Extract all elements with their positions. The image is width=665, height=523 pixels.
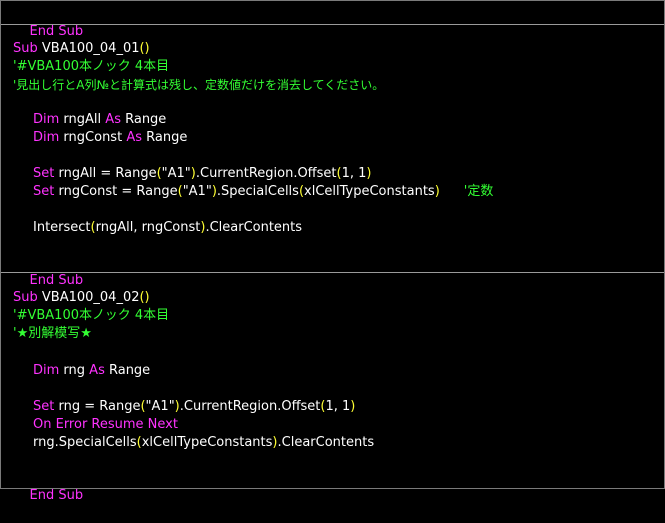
inline-comment: '定数: [463, 184, 494, 199]
code-line-comment: '★別解模写★: [13, 326, 92, 341]
variable-name: rngAll: [59, 112, 106, 127]
keyword-as: As: [105, 112, 121, 127]
keyword-end-sub: End Sub: [29, 273, 84, 288]
code-line-sub-declaration: Sub VBA100_04_01(): [13, 40, 150, 58]
procedure-separator: [1, 272, 664, 273]
arguments: xlCellTypeConstants: [141, 435, 273, 450]
code-line-end-sub-top: End Sub: [13, 5, 84, 39]
code-line-set: Set rngConst = Range("A1").SpecialCells(…: [33, 183, 493, 201]
code-line-end-sub: End Sub: [13, 254, 84, 288]
keyword-sub: Sub: [13, 41, 38, 56]
keyword-as: As: [89, 363, 105, 378]
keyword-dim: Dim: [33, 363, 60, 378]
keyword-set: Set: [33, 399, 55, 414]
arguments: rngAll, rngConst: [95, 220, 201, 235]
keyword-end-sub: End Sub: [29, 488, 84, 503]
string-literal: "A1": [161, 166, 191, 181]
type-name: Range: [141, 130, 188, 145]
function-name: Intersect: [33, 220, 91, 235]
procedure-separator: [1, 24, 664, 25]
type-name: Range: [104, 363, 151, 378]
code-panel: End Sub Sub VBA100_04_01() '#VBA100本ノック …: [0, 0, 665, 503]
keyword-as: As: [126, 130, 142, 145]
arguments: 1, 1: [325, 399, 351, 414]
keyword-end-sub: End Sub: [29, 24, 84, 39]
keyword-set: Set: [33, 184, 55, 199]
code-line-comment: '見出し行とA列№と計算式は残し、定数値だけを消去してください。: [13, 78, 385, 92]
code-line-dim: Dim rngAll As Range: [33, 111, 166, 129]
string-literal: "A1": [145, 399, 175, 414]
code-line-on-error: On Error Resume Next: [33, 417, 178, 432]
code-line-set: Set rng = Range("A1").CurrentRegion.Offs…: [33, 398, 355, 416]
paren: ): [350, 399, 356, 414]
keyword-set: Set: [33, 166, 55, 181]
code-line-dim: Dim rng As Range: [33, 362, 150, 380]
method-name: .ClearContents: [205, 220, 303, 235]
variable-name: rngConst: [59, 130, 127, 145]
code-line-special-cells: rng.SpecialCells(xlCellTypeConstants).Cl…: [33, 434, 374, 452]
variable-name: rng: [59, 363, 90, 378]
code-line-set: Set rngAll = Range("A1").CurrentRegion.O…: [33, 165, 371, 183]
code-text: .SpecialCells: [216, 184, 299, 199]
code-line-comment: '#VBA100本ノック 4本目: [13, 59, 170, 74]
code-text: rngConst = Range: [54, 184, 178, 199]
code-text: rngAll = Range: [54, 166, 157, 181]
keyword-dim: Dim: [33, 130, 60, 145]
keyword-sub: Sub: [13, 290, 38, 305]
sub-name: VBA100_04_01: [37, 41, 140, 56]
keyword-dim: Dim: [33, 112, 60, 127]
string-literal: "A1": [182, 184, 212, 199]
code-text: .CurrentRegion.Offset: [179, 399, 321, 414]
method-name: .ClearContents: [277, 435, 375, 450]
parens: (): [139, 290, 150, 305]
type-name: Range: [120, 112, 167, 127]
code-line-sub-declaration: Sub VBA100_04_02(): [13, 289, 150, 307]
arguments: xlCellTypeConstants: [304, 184, 435, 199]
code-line-comment: '#VBA100本ノック 4本目: [13, 308, 170, 323]
sub-name: VBA100_04_02: [37, 290, 140, 305]
code-text: .CurrentRegion.Offset: [195, 166, 337, 181]
code-text: rng.SpecialCells: [33, 435, 137, 450]
code-line-dim: Dim rngConst As Range: [33, 129, 187, 147]
code-line-intersect: Intersect(rngAll, rngConst).ClearContent…: [33, 219, 302, 237]
arguments: 1, 1: [341, 166, 367, 181]
code-line-end-sub: End Sub: [13, 469, 84, 503]
parens: (): [139, 41, 150, 56]
code-text: rng = Range: [54, 399, 141, 414]
paren: ): [366, 166, 372, 181]
